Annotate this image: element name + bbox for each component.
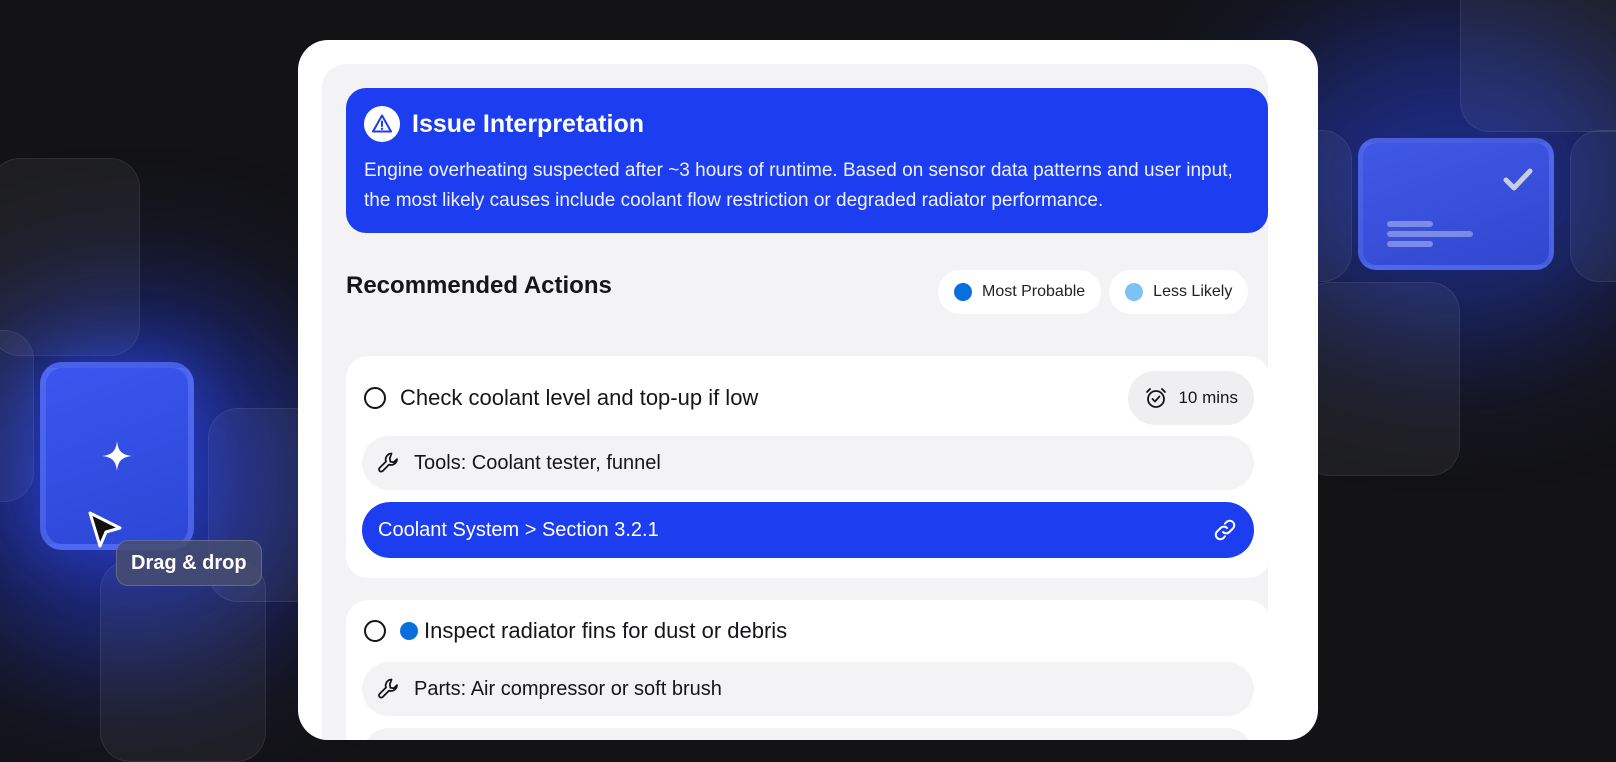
main-card: Issue Interpretation Engine overheating … (298, 40, 1318, 740)
parts-text: Parts: Air compressor or soft brush (414, 677, 722, 700)
tools-text: Tools: Coolant tester, funnel (414, 451, 661, 474)
action-checkbox[interactable] (364, 387, 386, 409)
background-tile (1300, 282, 1460, 476)
action-card: Inspect radiator fins for dust or debris… (346, 600, 1270, 740)
completed-widget-tile (1358, 138, 1554, 270)
placeholder-line (1387, 241, 1433, 247)
next-row (362, 728, 1254, 740)
time-estimate: 10 mins (1178, 388, 1238, 407)
action-title: Check coolant level and top-up if low (400, 385, 759, 410)
legend-label: Most Probable (982, 283, 1086, 300)
issue-interpretation-banner: Issue Interpretation Engine overheating … (346, 88, 1268, 233)
action-card: Check coolant level and top-up if low 10… (346, 356, 1270, 578)
link-icon (1214, 519, 1236, 541)
sparkle-plus-icon (102, 441, 132, 471)
legend-dot-most-probable (954, 283, 972, 301)
background-tile (1460, 0, 1616, 132)
wrench-icon (378, 452, 398, 473)
background-tile (100, 560, 266, 762)
issue-title: Issue Interpretation (412, 109, 644, 138)
legend-most-probable: Most Probable (938, 270, 1102, 314)
checkmark-icon (1503, 168, 1533, 191)
legend-less-likely: Less Likely (1109, 270, 1249, 314)
probability-indicator-most-probable (400, 622, 418, 640)
recommended-actions-title: Recommended Actions (346, 272, 612, 299)
parts-row: Parts: Air compressor or soft brush (362, 662, 1254, 716)
legend-dot-less-likely (1125, 283, 1144, 301)
placeholder-line (1387, 231, 1473, 237)
probability-legend: Most Probable Less Likely (938, 270, 1249, 314)
background-tile (0, 158, 140, 356)
action-checkbox[interactable] (364, 620, 386, 642)
background-tile (1570, 130, 1616, 282)
drag-drop-label: Drag & drop (116, 540, 262, 586)
manual-reference-text: Coolant System > Section 3.2.1 (378, 518, 659, 541)
action-title: Inspect radiator fins for dust or debris (424, 618, 788, 643)
tools-row: Tools: Coolant tester, funnel (362, 436, 1254, 490)
legend-label: Less Likely (1153, 283, 1233, 300)
issue-description: Engine overheating suspected after ~3 ho… (364, 160, 1233, 211)
background-tile (0, 330, 34, 502)
manual-reference-link[interactable]: Coolant System > Section 3.2.1 (362, 502, 1254, 558)
wrench-icon (378, 678, 398, 699)
time-estimate-chip: 10 mins (1128, 371, 1254, 425)
diagnosis-panel: Issue Interpretation Engine overheating … (322, 64, 1270, 740)
warning-icon (364, 106, 400, 142)
alarm-clock-icon (1146, 388, 1167, 408)
placeholder-line (1387, 221, 1433, 227)
